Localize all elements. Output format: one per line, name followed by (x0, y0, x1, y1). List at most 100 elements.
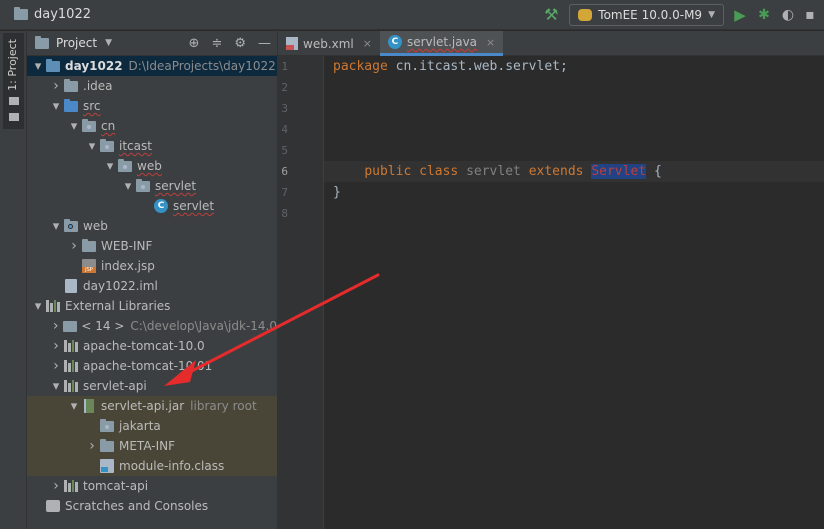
tree-node-detail: library root (190, 399, 257, 413)
code-line-8[interactable] (324, 203, 824, 224)
folder-icon (9, 97, 19, 105)
chevron-down-icon[interactable]: ▾ (67, 119, 81, 134)
tree-node[interactable]: ▾ External Libraries (27, 296, 277, 316)
tree-node-label: External Libraries (65, 299, 171, 313)
tree-node[interactable]: › apache-tomcat-10.01 (27, 356, 277, 376)
package-icon (99, 418, 115, 434)
breadcrumb[interactable]: day1022 (14, 7, 91, 22)
line-number: 3 (281, 102, 288, 115)
chevron-down-icon[interactable]: ▾ (31, 59, 45, 74)
tree-node[interactable]: › < 14 > C:\develop\Java\jdk-14.0 (27, 316, 277, 336)
project-tool-tab[interactable]: 1: Project (3, 33, 24, 129)
code-line-2[interactable] (324, 77, 824, 98)
xml-file-icon (286, 37, 298, 50)
tree-node[interactable]: › apache-tomcat-10.0 (27, 336, 277, 356)
tree-node-detail: D:\IdeaProjects\day1022 (128, 59, 276, 73)
jar-file-icon (81, 398, 97, 414)
tree-node[interactable]: ›jakarta (27, 416, 277, 436)
folder-icon (63, 78, 79, 94)
close-icon[interactable]: × (363, 37, 372, 50)
project-panel-title[interactable]: Project (56, 36, 97, 50)
tree-node[interactable]: ›module-info.class (27, 456, 277, 476)
gear-icon[interactable]: ⚙ (234, 36, 246, 51)
tree-node-label: cn (101, 119, 116, 133)
chevron-down-icon[interactable]: ▾ (121, 179, 135, 194)
chevron-right-icon[interactable]: › (49, 78, 63, 94)
chevron-down-icon[interactable]: ▾ (49, 99, 63, 114)
tree-node[interactable]: ▾ src (27, 96, 277, 116)
tree-node[interactable]: ▾ web (27, 216, 277, 236)
tree-node[interactable]: ›Cservlet (27, 196, 277, 216)
jsp-file-icon (81, 258, 97, 274)
bug-icon[interactable]: ✱ (756, 7, 772, 23)
library-icon (63, 378, 79, 394)
code-line-5[interactable] (324, 140, 824, 161)
folder-icon (81, 238, 97, 254)
chevron-down-icon[interactable]: ▾ (49, 379, 63, 394)
code-line-7[interactable]: } (324, 182, 824, 203)
close-icon[interactable]: × (486, 36, 495, 49)
chevron-right-icon[interactable]: › (49, 478, 63, 494)
tree-node[interactable]: ▾ servlet (27, 176, 277, 196)
more-icon[interactable]: ▪ (804, 7, 816, 23)
chevron-right-icon[interactable]: › (85, 438, 99, 454)
code-line-4[interactable] (324, 119, 824, 140)
tree-node[interactable]: › tomcat-api (27, 476, 277, 496)
code-line-1[interactable]: package cn.itcast.web.servlet; (324, 56, 824, 77)
chevron-down-icon[interactable]: ▾ (67, 399, 81, 414)
tree-node[interactable]: › WEB-INF (27, 236, 277, 256)
unresolved-superclass[interactable]: Servlet (591, 164, 647, 179)
chevron-right-icon[interactable]: › (49, 338, 63, 354)
tree-node[interactable]: ▾ web (27, 156, 277, 176)
tree-node[interactable]: ▾ cn (27, 116, 277, 136)
tree-node-label: .idea (83, 79, 113, 93)
keyword-public: public (364, 164, 412, 179)
chevron-right-icon[interactable]: › (67, 238, 81, 254)
chevron-down-icon[interactable]: ▾ (85, 139, 99, 154)
chevron-down-icon[interactable]: ▾ (49, 219, 63, 234)
project-panel-header: Project ▼ ⊕ ≑ ⚙ — (27, 31, 277, 56)
tree-node[interactable]: ›Scratches and Consoles (27, 496, 277, 516)
chevron-right-icon[interactable]: › (49, 358, 63, 374)
source-folder-icon (63, 98, 79, 114)
keyword-extends: extends (528, 164, 584, 179)
editor-tab[interactable]: web.xml × (278, 31, 380, 56)
code-area[interactable]: 1 2 3 4 5 6 7 8 package cn.itcast.web.servlet; … (278, 56, 824, 529)
editor-tabs: web.xml × Cservlet.java × (278, 31, 824, 56)
project-panel: Project ▼ ⊕ ≑ ⚙ — ▾ day1022 D:\IdeaProject… (27, 31, 278, 529)
tree-node-label: apache-tomcat-10.0 (83, 339, 205, 353)
class-icon: C (153, 198, 169, 214)
coverage-icon[interactable]: ◐ (780, 7, 796, 23)
tree-node[interactable]: ▾ itcast (27, 136, 277, 156)
tree-node[interactable]: ›index.jsp (27, 256, 277, 276)
code-line-6[interactable]: public class servlet extends Servlet { (324, 161, 824, 182)
editor-tab[interactable]: Cservlet.java × (379, 31, 504, 56)
collapse-icon[interactable]: ≑ (211, 36, 222, 51)
tree-node[interactable]: › META-INF (27, 436, 277, 456)
panel-tools: ⊕ ≑ ⚙ — (189, 36, 271, 51)
minimize-icon[interactable]: — (258, 36, 271, 51)
project-tree: ▾ day1022 D:\IdeaProjects\day1022 › .idea ▾ sr… (27, 56, 277, 516)
chevron-down-icon[interactable]: ▾ (103, 159, 117, 174)
chevron-right-icon[interactable]: › (49, 318, 62, 334)
close-brace: } (333, 185, 341, 200)
code-line-3[interactable] (324, 98, 824, 119)
library-icon (63, 358, 79, 374)
chevron-down-icon[interactable]: ▾ (31, 299, 45, 314)
tree-node[interactable]: ›day1022.iml (27, 276, 277, 296)
tree-node[interactable]: ▾ servlet-api (27, 376, 277, 396)
line-number: 6 (281, 165, 288, 178)
jdk-folder-icon (62, 318, 77, 334)
run-config-dropdown[interactable]: TomEE 10.0.0-M9 ▼ (569, 3, 724, 26)
hammer-icon[interactable]: ⚒ (541, 5, 561, 24)
tree-node-label: day1022.iml (83, 279, 158, 293)
line-number: 2 (281, 81, 288, 94)
tree-node[interactable]: › .idea (27, 76, 277, 96)
chevron-down-icon[interactable]: ▼ (105, 38, 112, 48)
tree-node-label: servlet-api.jar (101, 399, 185, 413)
tree-node[interactable]: ▾ day1022 D:\IdeaProjects\day1022 (27, 56, 277, 76)
play-icon[interactable]: ▶ (732, 6, 748, 24)
tree-node[interactable]: ▾ servlet-api.jar library root (27, 396, 277, 416)
locate-icon[interactable]: ⊕ (189, 36, 200, 51)
code-lines[interactable]: package cn.itcast.web.servlet; public cl… (324, 56, 824, 224)
